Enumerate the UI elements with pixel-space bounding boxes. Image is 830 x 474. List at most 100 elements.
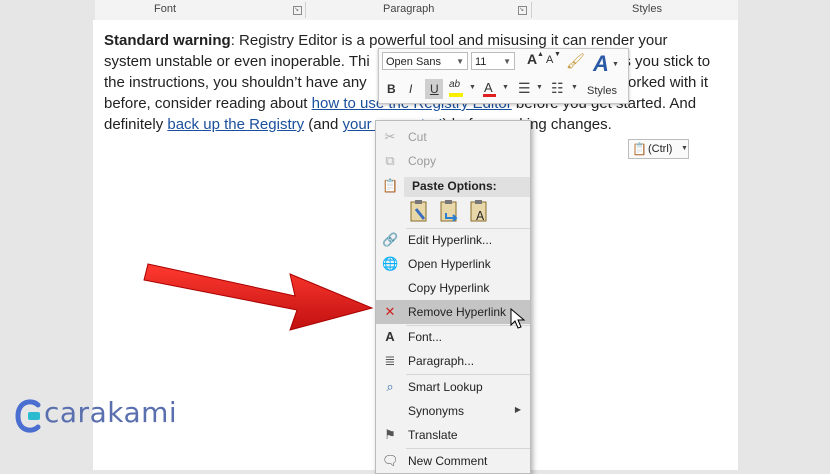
scissors-icon: ✂ — [384, 129, 396, 144]
chevron-down-icon[interactable]: ▼ — [536, 84, 543, 91]
bullets-icon[interactable]: ☰ — [518, 80, 531, 97]
paste-merge-formatting-icon[interactable] — [437, 199, 461, 223]
underline-glyph: U — [430, 82, 439, 96]
bold-button[interactable]: B — [387, 82, 396, 96]
copy-icon: ⧉ — [385, 153, 395, 168]
menu-item-edit-hyperlink[interactable]: 🔗 Edit Hyperlink... — [376, 229, 530, 251]
menu-item-label: New Comment — [408, 454, 488, 468]
font-name-value: Open Sans — [386, 56, 442, 68]
menu-item-label: Cut — [408, 130, 427, 144]
paste-options-ctrl-button[interactable]: 📋 (Ctrl) ▼ — [628, 139, 689, 159]
grow-font-button[interactable]: A — [527, 51, 537, 67]
body-text: system unstable or even inoperable. Thi — [104, 53, 370, 70]
hyperlink-back-up-registry[interactable]: back up the Registry — [167, 116, 304, 133]
caret-down-icon: ▼ — [554, 51, 561, 58]
styles-label: Styles — [587, 85, 617, 97]
ribbon-group-paragraph: Paragraph — [383, 3, 435, 15]
styles-button[interactable]: A ▼ Styles — [587, 51, 620, 101]
chevron-down-icon[interactable]: ▼ — [502, 84, 509, 91]
menu-item-remove-hyperlink[interactable]: ✕ Remove Hyperlink — [376, 300, 530, 324]
menu-item-label: Open Hyperlink — [408, 257, 491, 271]
body-text: : Registry Editor is a powerful tool and… — [230, 32, 668, 49]
edit-hyperlink-icon: 🔗 — [382, 232, 399, 247]
menu-item-label: Translate — [408, 428, 458, 442]
menu-item-cut[interactable]: ✂ Cut — [376, 126, 530, 148]
paste-ctrl-label: (Ctrl) — [648, 143, 673, 155]
format-painter-icon[interactable]: 🖌 — [566, 52, 585, 70]
menu-item-copy[interactable]: ⧉ Copy — [376, 150, 530, 172]
ribbon-separator — [531, 2, 532, 18]
font-color-swatch — [483, 94, 496, 97]
menu-item-label: Font... — [408, 330, 443, 344]
highlighter-icon: ab — [449, 79, 461, 90]
font-color-glyph: A — [484, 80, 493, 95]
menu-item-font[interactable]: A Font... — [376, 326, 530, 348]
clipboard-icon: 📋 — [632, 142, 647, 156]
paragraph-line: system unstable or even inoperable. Thi — [104, 51, 370, 72]
menu-item-copy-hyperlink[interactable]: Copy Hyperlink — [376, 277, 530, 299]
menu-item-synonyms[interactable]: Synonyms ▶ — [376, 400, 530, 422]
carakami-logo-icon — [15, 399, 41, 433]
open-hyperlink-icon: 🌐 — [382, 256, 399, 271]
menu-separator — [406, 448, 530, 449]
menu-item-translate[interactable]: ⚑ Translate — [376, 424, 530, 446]
chevron-down-icon[interactable]: ▼ — [503, 53, 511, 71]
chevron-down-icon: ▼ — [681, 145, 688, 152]
chevron-down-icon[interactable]: ▼ — [469, 84, 476, 91]
context-menu: ✂ Cut ⧉ Copy 📋 Paste Options: A 🔗 Edit H… — [375, 120, 531, 474]
menu-item-label: Synonyms — [408, 404, 465, 418]
body-text: the instructions, you shouldn’t have any — [104, 74, 367, 91]
ribbon-separator — [305, 2, 306, 18]
mouse-cursor-icon — [510, 308, 526, 329]
chevron-down-icon[interactable]: ▼ — [456, 53, 464, 71]
menu-item-paragraph[interactable]: ≣ Paragraph... — [376, 350, 530, 372]
paragraph-line: definitely back up the Registry (and you… — [104, 114, 612, 135]
italic-button[interactable]: I — [409, 82, 412, 96]
new-comment-icon: 🗨 — [382, 453, 399, 468]
menu-item-label: Smart Lookup — [408, 380, 483, 394]
chevron-down-icon[interactable]: ▼ — [571, 84, 578, 91]
underline-button[interactable]: U — [425, 79, 443, 99]
translate-icon: ⚑ — [384, 427, 396, 442]
font-size-box[interactable]: 11 ▼ — [471, 52, 515, 70]
paragraph-icon: ≣ — [384, 353, 396, 368]
menu-item-label: Copy — [408, 154, 437, 168]
body-text: before, consider reading about — [104, 95, 312, 112]
menu-item-label: Paste Options: — [412, 179, 497, 193]
bold-text: Standard warning — [104, 32, 231, 49]
paste-text-only-icon[interactable]: A — [467, 199, 491, 223]
menu-item-label: Edit Hyperlink... — [408, 233, 493, 247]
paragraph-dialog-launcher-icon[interactable]: ↘ — [518, 6, 527, 15]
highlight-color-button[interactable]: ab — [447, 79, 467, 99]
body-text: orked with it — [628, 74, 709, 91]
chevron-right-icon: ▶ — [514, 405, 521, 414]
watermark-text: carakami — [44, 396, 178, 429]
menu-separator — [406, 374, 530, 375]
body-text: (and — [304, 116, 343, 133]
menu-item-new-comment[interactable]: 🗨 New Comment — [376, 450, 530, 472]
ribbon-group-styles: Styles — [632, 3, 662, 15]
font-color-button[interactable]: A — [481, 79, 499, 99]
clipboard-icon: 📋 — [382, 178, 399, 193]
ribbon-group-bar: Font ↘ Paragraph ↘ Styles — [95, 0, 738, 21]
menu-item-open-hyperlink[interactable]: 🌐 Open Hyperlink — [376, 253, 530, 275]
ribbon-group-font: Font — [154, 3, 177, 15]
remove-hyperlink-icon: ✕ — [384, 304, 396, 319]
numbering-icon[interactable]: ☷ — [551, 80, 564, 97]
search-icon: ⌕ — [386, 379, 394, 394]
menu-item-smart-lookup[interactable]: ⌕ Smart Lookup — [376, 376, 530, 398]
menu-item-label: Paragraph... — [408, 354, 475, 368]
caret-up-icon: ▲ — [537, 51, 544, 58]
paragraph-line: orked with it — [628, 72, 708, 93]
body-text: definitely — [104, 116, 168, 133]
font-name-box[interactable]: Open Sans ▼ — [382, 52, 468, 70]
highlight-swatch — [449, 93, 463, 97]
paste-keep-source-formatting-icon[interactable] — [407, 199, 431, 223]
font-dialog-launcher-icon[interactable]: ↘ — [293, 6, 302, 15]
shrink-font-button[interactable]: A — [546, 54, 553, 66]
mini-toolbar: Open Sans ▼ 11 ▼ A ▲ A ▼ 🖌 A ▼ Styles B … — [378, 48, 629, 104]
body-text: as you stick to — [615, 53, 711, 70]
menu-item-paste-options: 📋 Paste Options: — [376, 175, 530, 197]
svg-text:A: A — [476, 209, 485, 223]
font-icon: A — [385, 329, 395, 344]
